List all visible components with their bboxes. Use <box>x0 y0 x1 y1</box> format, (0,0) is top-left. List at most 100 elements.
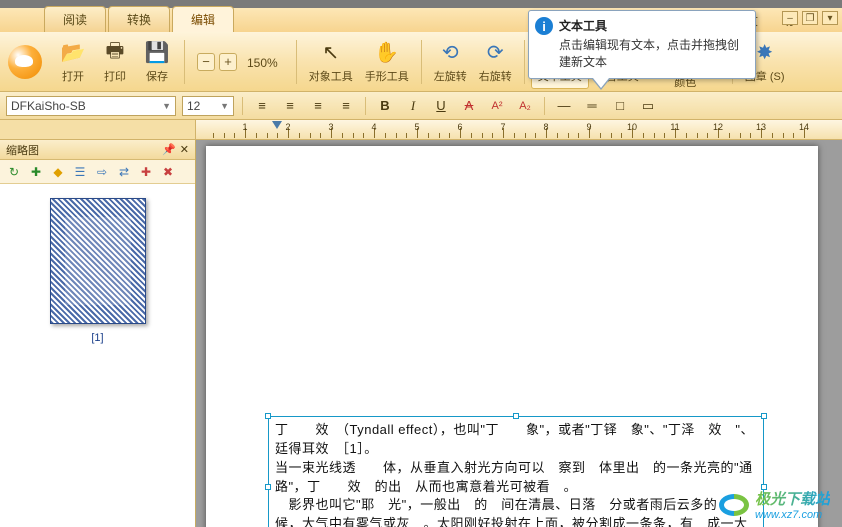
box-style-b-button[interactable]: ▭ <box>637 96 659 116</box>
print-label: 打印 <box>104 68 126 84</box>
window-restore[interactable]: ❐ <box>802 11 818 25</box>
horizontal-ruler[interactable]: 1234567891011121314 <box>0 120 842 140</box>
thumbnails-toolbar: ↻ ✚ ◆ ☰ ⇨ ⇄ ✚ ✖ <box>0 160 195 184</box>
document-view[interactable]: 丁 效 （Tyndall effect），也叫"丁 象"，或者"丁铎 象"、"丁… <box>196 140 842 527</box>
resize-handle[interactable] <box>265 484 271 490</box>
zoom-out-button[interactable]: − <box>197 53 215 71</box>
rotate-left-icon: ⟲ <box>437 40 463 66</box>
align-left-button[interactable]: ≡ <box>251 96 273 116</box>
rotate-right-icon: ⟳ <box>482 40 508 66</box>
page-thumbnail[interactable] <box>50 198 146 324</box>
cursor-icon: ↖ <box>318 40 344 66</box>
resize-handle[interactable] <box>513 413 519 419</box>
align-justify-button[interactable]: ≡ <box>335 96 357 116</box>
ruler-corner <box>0 120 196 140</box>
window-minimize[interactable]: – <box>782 11 798 25</box>
toolbar-separator <box>421 40 422 84</box>
save-icon: 💾 <box>144 40 170 66</box>
open-button[interactable]: 📂 打开 <box>52 35 94 89</box>
resize-handle[interactable] <box>761 413 767 419</box>
site-watermark: 极光下载站 www.xz7.com <box>719 488 830 521</box>
document-text[interactable]: 丁 效 （Tyndall effect），也叫"丁 象"，或者"丁铎 象"、"丁… <box>275 422 754 527</box>
zoom-controls: − + 150% <box>191 52 290 72</box>
app-logo-icon <box>8 45 42 79</box>
format-toolbar: DFKaiSho-SB ▼ 12 ▼ ≡ ≡ ≡ ≡ B I U A A² A₂ —… <box>0 92 842 120</box>
add-red-icon[interactable]: ✚ <box>138 164 154 180</box>
align-justify-icon: ≡ <box>342 98 350 113</box>
thumbnails-title: 缩略图 <box>6 142 39 158</box>
text-frame[interactable]: 丁 效 （Tyndall effect），也叫"丁 象"，或者"丁铎 象"、"丁… <box>268 416 764 527</box>
watermark-logo-icon <box>719 494 749 516</box>
tooltip: i 文本工具 点击编辑现有文本，点击并拖拽创建新文本 <box>528 10 756 79</box>
align-left-icon: ≡ <box>258 98 266 113</box>
swap-icon[interactable]: ⇄ <box>116 164 132 180</box>
box-style-a-button[interactable]: □ <box>609 96 631 116</box>
thumbnails-list: [1] <box>0 184 195 527</box>
print-button[interactable]: 🖶 打印 <box>94 35 136 89</box>
tab-read[interactable]: 阅读 <box>44 6 106 32</box>
format-separator <box>365 97 366 115</box>
window-hide[interactable]: ▾ <box>822 11 838 25</box>
align-right-icon: ≡ <box>314 98 322 113</box>
bold-button[interactable]: B <box>374 96 396 116</box>
hand-tool-button[interactable]: ✋ 手形工具 <box>359 35 415 89</box>
rotl-label: 左旋转 <box>434 68 467 84</box>
save-button[interactable]: 💾 保存 <box>136 35 178 89</box>
toolbar-separator <box>524 40 525 84</box>
zoom-level[interactable]: 150% <box>241 52 284 72</box>
open-label: 打开 <box>62 68 84 84</box>
font-size-value: 12 <box>187 99 200 113</box>
format-separator <box>544 97 545 115</box>
align-center-icon: ≡ <box>286 98 294 113</box>
thumbnails-panel: 缩略图 📌 ✕ ↻ ✚ ◆ ☰ ⇨ ⇄ ✚ ✖ [1] <box>0 140 196 527</box>
chevron-down-icon: ▼ <box>162 101 171 111</box>
italic-button[interactable]: I <box>402 96 424 116</box>
delete-icon[interactable]: ✖ <box>160 164 176 180</box>
export-icon[interactable]: ⇨ <box>94 164 110 180</box>
zoom-in-button[interactable]: + <box>219 53 237 71</box>
align-center-button[interactable]: ≡ <box>279 96 301 116</box>
superscript-button[interactable]: A² <box>486 96 508 116</box>
page[interactable]: 丁 效 （Tyndall effect），也叫"丁 象"，或者"丁铎 象"、"丁… <box>206 146 818 527</box>
rotr-label: 右旋转 <box>479 68 512 84</box>
underline-button[interactable]: U <box>430 96 452 116</box>
tab-convert[interactable]: 转换 <box>108 6 170 32</box>
thumbnails-header: 缩略图 📌 ✕ <box>0 140 195 160</box>
format-separator <box>242 97 243 115</box>
align-right-button[interactable]: ≡ <box>307 96 329 116</box>
tooltip-body: 点击编辑现有文本，点击并拖拽创建新文本 <box>559 36 747 70</box>
add-page-icon[interactable]: ✚ <box>28 164 44 180</box>
font-size-combo[interactable]: 12 ▼ <box>182 96 234 116</box>
watermark-url: www.xz7.com <box>755 509 830 521</box>
line-style-a-button[interactable]: — <box>553 96 575 116</box>
refresh-icon[interactable]: ↻ <box>6 164 22 180</box>
hand-label: 手形工具 <box>365 68 409 84</box>
tab-edit[interactable]: 编辑 <box>172 6 234 32</box>
pin-icon[interactable]: 📌 <box>162 143 176 156</box>
layers-icon[interactable]: ☰ <box>72 164 88 180</box>
tooltip-title: 文本工具 <box>559 17 747 34</box>
rotate-left-button[interactable]: ⟲ 左旋转 <box>428 35 473 89</box>
line-style-b-button[interactable]: ═ <box>581 96 603 116</box>
info-icon: i <box>535 17 553 35</box>
printer-icon: 🖶 <box>102 40 128 66</box>
strikethrough-button[interactable]: A <box>458 96 480 116</box>
hand-icon: ✋ <box>374 40 400 66</box>
chevron-down-icon: ▼ <box>220 101 229 111</box>
font-family-value: DFKaiSho-SB <box>11 99 86 113</box>
subscript-button[interactable]: A₂ <box>514 96 536 116</box>
toolbar-separator <box>184 40 185 84</box>
watermark-title: 极光下载站 <box>755 488 830 509</box>
ruler-ticks: 1234567891011121314 <box>202 120 842 140</box>
select-tool-button[interactable]: ↖ 对象工具 <box>303 35 359 89</box>
zoom-label: 150% <box>247 56 278 70</box>
folder-open-icon: 📂 <box>60 40 86 66</box>
close-icon[interactable]: ✕ <box>180 143 189 156</box>
select-label: 对象工具 <box>309 68 353 84</box>
main-area: 缩略图 📌 ✕ ↻ ✚ ◆ ☰ ⇨ ⇄ ✚ ✖ [1] 丁 效 （Tyndall… <box>0 140 842 527</box>
resize-handle[interactable] <box>265 413 271 419</box>
rotate-right-button[interactable]: ⟳ 右旋转 <box>473 35 518 89</box>
font-family-combo[interactable]: DFKaiSho-SB ▼ <box>6 96 176 116</box>
bookmark-icon[interactable]: ◆ <box>50 164 66 180</box>
toolbar-separator <box>296 40 297 84</box>
